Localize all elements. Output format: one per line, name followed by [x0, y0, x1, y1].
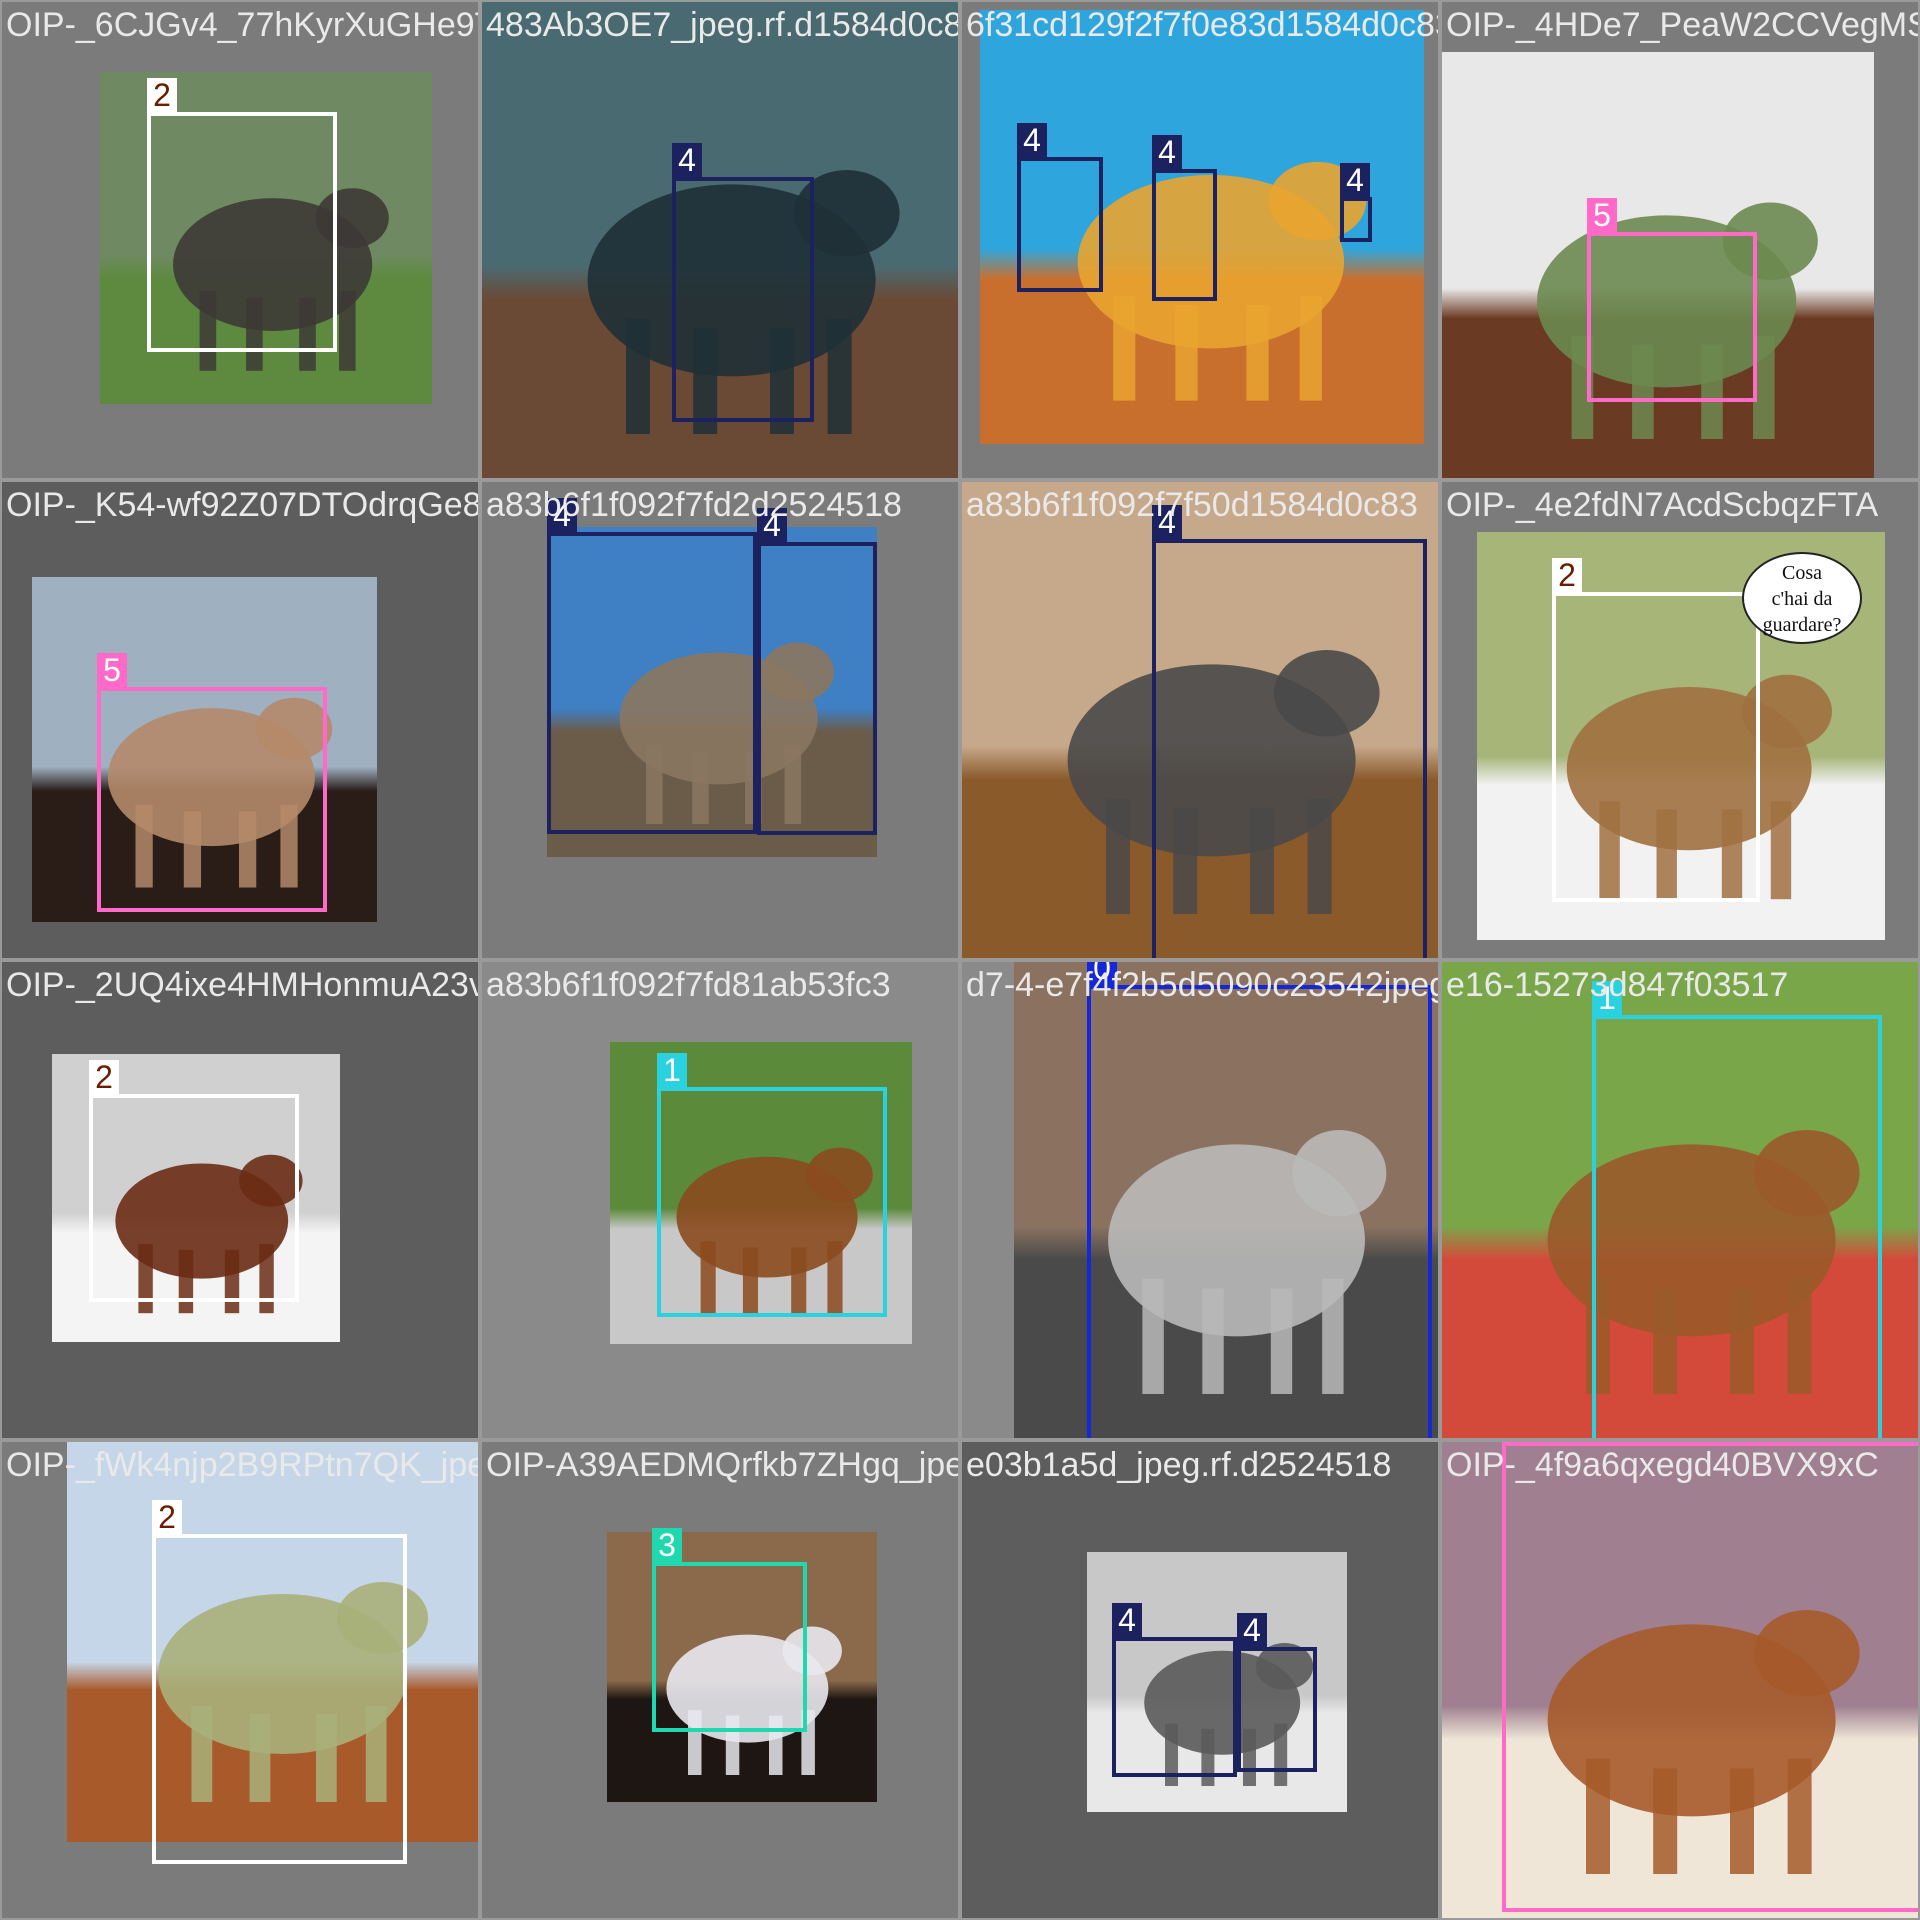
image-filename: OIP-_K54-wf92Z07DTOdrqGe83-bhe92b7d25245…: [6, 486, 480, 524]
class-label: 4: [1340, 163, 1370, 197]
class-label: 3: [652, 1528, 682, 1562]
image-filename: OIP-_2UQ4ixe4HMHonmuA23vjpeg.rf.e7d6d99: [6, 966, 480, 1004]
class-label: 5: [97, 653, 127, 687]
image-filename: OIP-_4HDe7_PeaW2CCVegMS: [1446, 6, 1920, 44]
mosaic-tile: 1 a83b6f1f092f7fd81ab53fc3: [480, 960, 960, 1440]
mosaic-tile: 4 4 e03b1a5d_jpeg.rf.d2524518: [960, 1440, 1440, 1920]
bounding-box: 5: [1587, 198, 1757, 402]
image-filename: a83b6f1f092f7fd81ab53fc3: [486, 966, 891, 1004]
image-filename: OIP-_6CJGv4_77hKyrXuGHe9TAb3OE7_jpeg.rf.…: [6, 6, 480, 44]
class-label: 2: [147, 78, 177, 112]
bounding-box: 2: [147, 78, 337, 352]
mosaic-tile: 2 OIP-_2UQ4ixe4HMHonmuA23vjpeg.rf.e7d6d99: [0, 960, 480, 1440]
class-label: 5: [1502, 1440, 1532, 1442]
class-label: 2: [1552, 558, 1582, 592]
bounding-box: 4: [1112, 1603, 1237, 1777]
speech-bubble-line: c'hai da: [1771, 588, 1833, 610]
image-filename: OIP-_fWk4njp2B9RPtn7QK_jpeg.rf: [6, 1446, 480, 1484]
bounding-box: 0: [1087, 962, 1432, 1438]
mosaic-tile: 4 483Ab3OE7_jpeg.rf.d1584d0c83: [480, 0, 960, 480]
bounding-box: 2: [89, 1060, 299, 1302]
speech-bubble: Cosa c'hai da guardare?: [1742, 552, 1862, 644]
bounding-box: 1: [1592, 981, 1882, 1438]
class-label: 4: [672, 143, 702, 177]
class-label: 1: [657, 1053, 687, 1087]
bounding-box: 1: [657, 1053, 887, 1317]
mosaic-tile: 2 OIP-_6CJGv4_77hKyrXuGHe9TAb3OE7_jpeg.rf…: [0, 0, 480, 480]
mosaic-tile: 0 d7-4-e7f4f2b5d5090c23542jpeg.rf: [960, 960, 1440, 1440]
bounding-box: 4: [1017, 123, 1103, 292]
image-filename: e03b1a5d_jpeg.rf.d2524518: [966, 1446, 1392, 1484]
detection-mosaic: 2 OIP-_6CJGv4_77hKyrXuGHe9TAb3OE7_jpeg.rf…: [0, 0, 1920, 1920]
mosaic-tile: 4 4 a83b6f1f092f7fd2d2524518: [480, 480, 960, 960]
mosaic-tile: 4 4 4 6f31cd129f2f7f0e83d1584d0c83: [960, 0, 1440, 480]
bounding-box: 4: [1152, 135, 1217, 301]
image-filename: OIP-_4e2fdN7AcdScbqzFTA: [1446, 486, 1879, 524]
image-filename: e16-15273d847f03517: [1446, 966, 1789, 1004]
bounding-box: 5: [1502, 1440, 1918, 1912]
class-label: 4: [1017, 123, 1047, 157]
class-label: 2: [152, 1500, 182, 1534]
mosaic-tile: 5 OIP-_4HDe7_PeaW2CCVegMS: [1440, 0, 1920, 480]
bounding-box: 4: [672, 143, 814, 422]
image-filename: a83b6f1f092f7f50d1584d0c83: [966, 486, 1418, 524]
bounding-box: 4: [1237, 1613, 1317, 1772]
mosaic-tile: 1 e16-15273d847f03517: [1440, 960, 1920, 1440]
bounding-box: 4: [1340, 163, 1372, 242]
image-filename: 483Ab3OE7_jpeg.rf.d1584d0c83: [486, 6, 960, 44]
bounding-box: 3: [652, 1528, 807, 1732]
mosaic-tile: 5 OIP-_4f9a6qxegd40BVX9xC: [1440, 1440, 1920, 1920]
class-label: 2: [89, 1060, 119, 1094]
bounding-box: 4: [547, 498, 757, 834]
bounding-box: 4: [1152, 505, 1427, 958]
bounding-box: 2: [152, 1500, 407, 1864]
class-label: 5: [1587, 198, 1617, 232]
speech-bubble-line: Cosa: [1782, 562, 1822, 584]
bounding-box: 5: [97, 653, 327, 912]
mosaic-tile: Cosa c'hai da guardare? 2 OIP-_4e2fdN7AcdScb…: [1440, 480, 1920, 960]
mosaic-tile: 2 OIP-_fWk4njp2B9RPtn7QK_jpeg.rf: [0, 1440, 480, 1920]
bounding-box: 4: [757, 508, 877, 835]
image-filename: a83b6f1f092f7fd2d2524518: [486, 486, 902, 524]
mosaic-tile: 3 OIP-A39AEDMQrfkb7ZHgq_jpeg.rf: [480, 1440, 960, 1920]
class-label: 4: [1152, 135, 1182, 169]
mosaic-tile: 5 OIP-_K54-wf92Z07DTOdrqGe83-bhe92b7d2524…: [0, 480, 480, 960]
bounding-box: 2: [1552, 558, 1760, 902]
mosaic-tile: 4 a83b6f1f092f7f50d1584d0c83: [960, 480, 1440, 960]
class-label: 4: [1112, 1603, 1142, 1637]
class-label: 4: [1237, 1613, 1267, 1647]
image-filename: 6f31cd129f2f7f0e83d1584d0c83: [966, 6, 1440, 44]
image-filename: OIP-_4f9a6qxegd40BVX9xC: [1446, 1446, 1879, 1484]
image-filename: d7-4-e7f4f2b5d5090c23542jpeg.rf: [966, 966, 1440, 1004]
image-filename: OIP-A39AEDMQrfkb7ZHgq_jpeg.rf: [486, 1446, 960, 1484]
speech-bubble-line: guardare?: [1762, 614, 1842, 636]
